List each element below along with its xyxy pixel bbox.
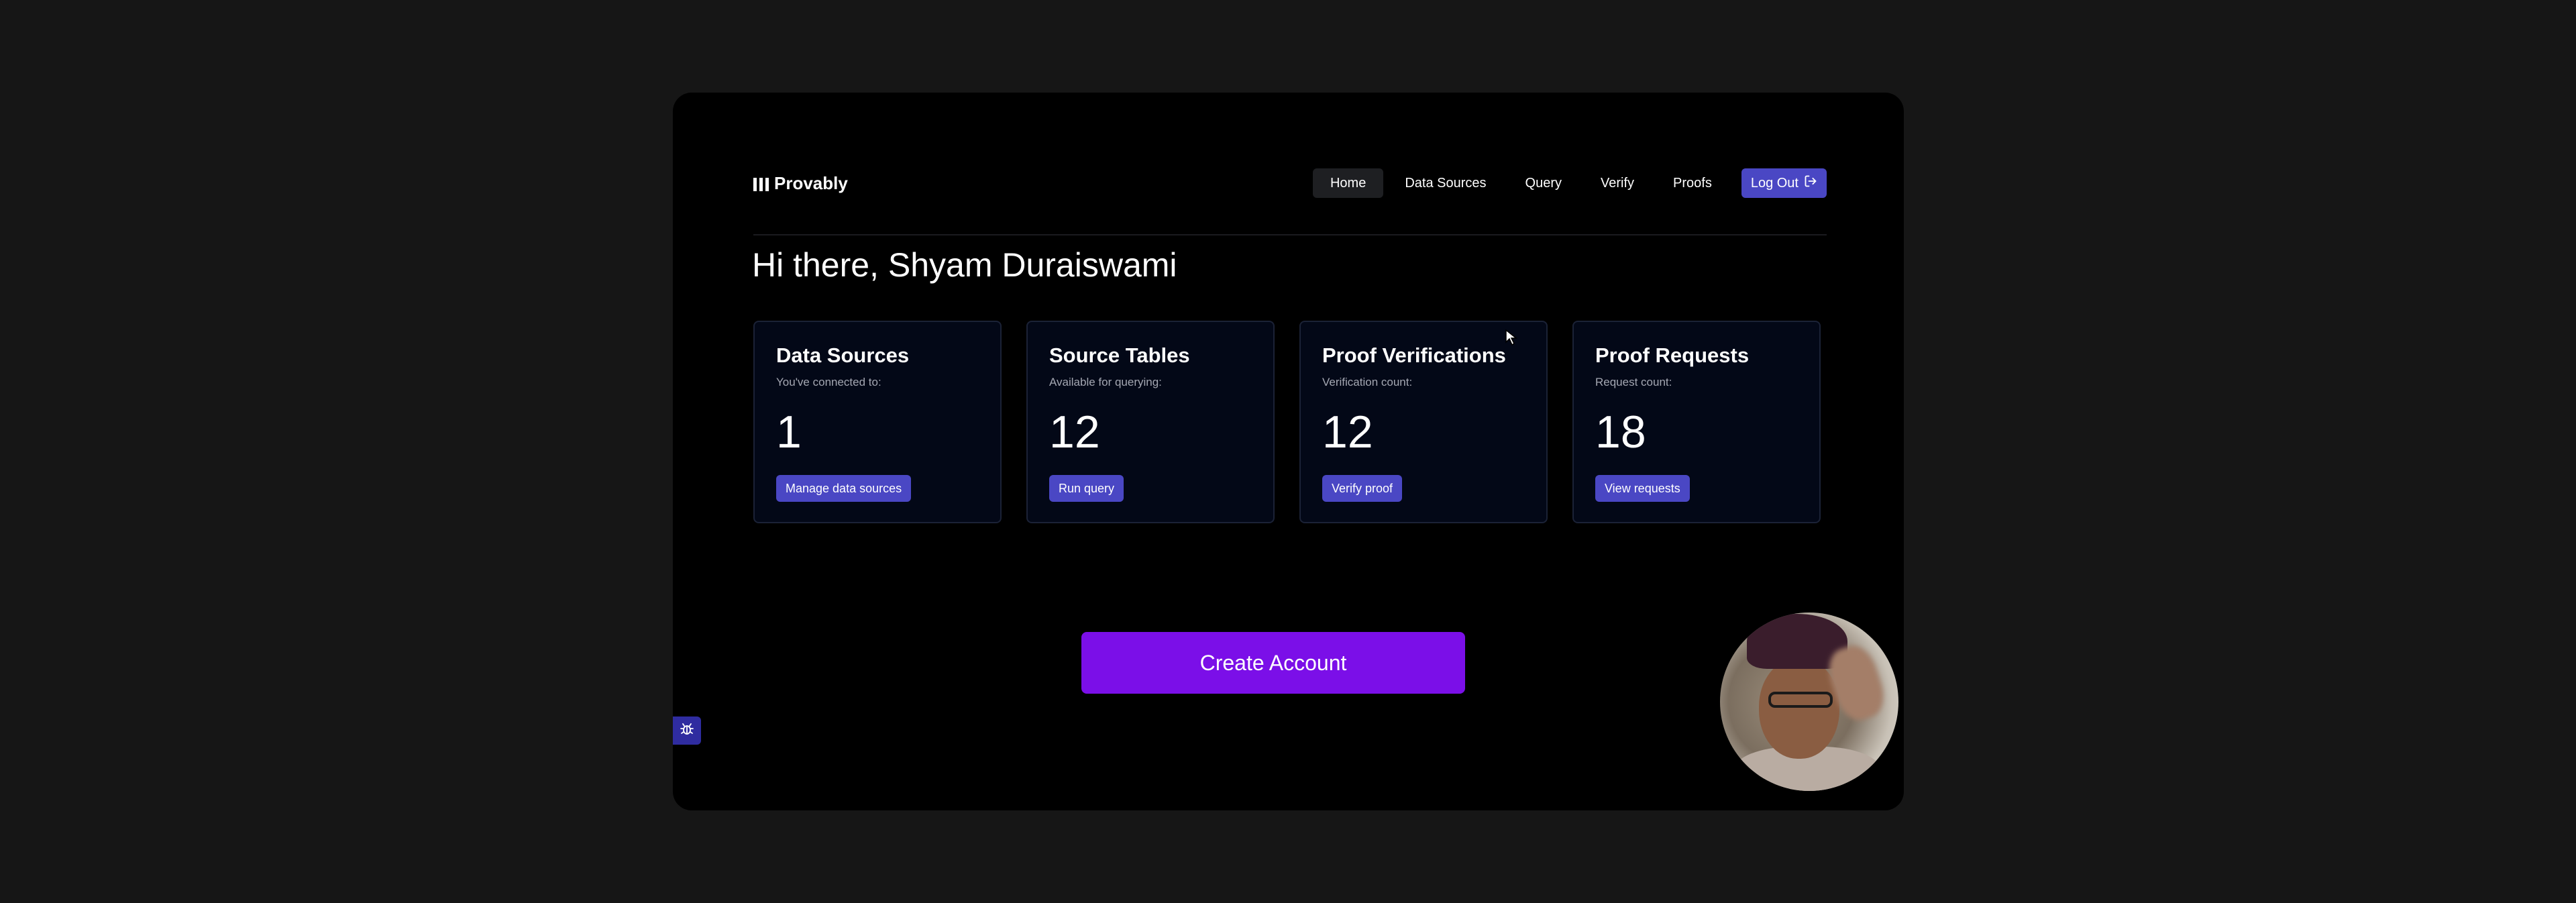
card-source-tables: Source Tables Available for querying: 12… <box>1026 321 1275 523</box>
card-count: 1 <box>776 407 802 458</box>
card-subtitle: Available for querying: <box>1049 376 1162 388</box>
card-subtitle: Request count: <box>1595 376 1672 388</box>
mouse-cursor-icon <box>1505 329 1518 350</box>
logout-label: Log Out <box>1750 175 1799 191</box>
page-greeting: Hi there, Shyam Duraiswami <box>752 246 1177 284</box>
debug-button[interactable] <box>673 716 701 745</box>
card-data-sources: Data Sources You've connected to: 1 Mana… <box>753 321 1002 523</box>
nav-item-query[interactable]: Query <box>1508 168 1579 198</box>
card-count: 12 <box>1322 407 1373 458</box>
card-title: Data Sources <box>776 343 910 367</box>
nav-item-proofs[interactable]: Proofs <box>1656 168 1729 198</box>
provably-logo-icon <box>753 175 769 191</box>
card-count: 12 <box>1049 407 1100 458</box>
card-count: 18 <box>1595 407 1646 458</box>
card-title: Proof Verifications <box>1322 343 1506 367</box>
card-subtitle: You've connected to: <box>776 376 881 388</box>
nav-item-verify[interactable]: Verify <box>1583 168 1652 198</box>
brand-name: Provably <box>774 172 848 193</box>
card-proof-verifications: Proof Verifications Verification count: … <box>1299 321 1548 523</box>
manage-data-sources-button[interactable]: Manage data sources <box>776 475 912 502</box>
bug-icon <box>679 721 695 741</box>
webcam-avatar <box>1720 613 1898 791</box>
card-subtitle: Verification count: <box>1322 376 1413 388</box>
nav-item-home[interactable]: Home <box>1312 168 1384 198</box>
main-nav: Home Data Sources Query Verify Proofs Lo… <box>1312 163 1827 203</box>
nav-item-data-sources[interactable]: Data Sources <box>1387 168 1503 198</box>
card-title: Source Tables <box>1049 343 1190 367</box>
stats-cards: Data Sources You've connected to: 1 Mana… <box>753 321 1821 523</box>
logout-icon <box>1804 174 1817 192</box>
app-window: Provably Home Data Sources Query Verify … <box>673 93 1904 810</box>
top-navbar: Provably Home Data Sources Query Verify … <box>753 163 1827 235</box>
card-proof-requests: Proof Requests Request count: 18 View re… <box>1572 321 1821 523</box>
verify-proof-button[interactable]: Verify proof <box>1322 475 1403 502</box>
run-query-button[interactable]: Run query <box>1049 475 1124 502</box>
create-account-button[interactable]: Create Account <box>1081 632 1465 694</box>
card-title: Proof Requests <box>1595 343 1750 367</box>
view-requests-button[interactable]: View requests <box>1595 475 1690 502</box>
brand-logo[interactable]: Provably <box>753 163 848 203</box>
logout-button[interactable]: Log Out <box>1741 168 1827 198</box>
